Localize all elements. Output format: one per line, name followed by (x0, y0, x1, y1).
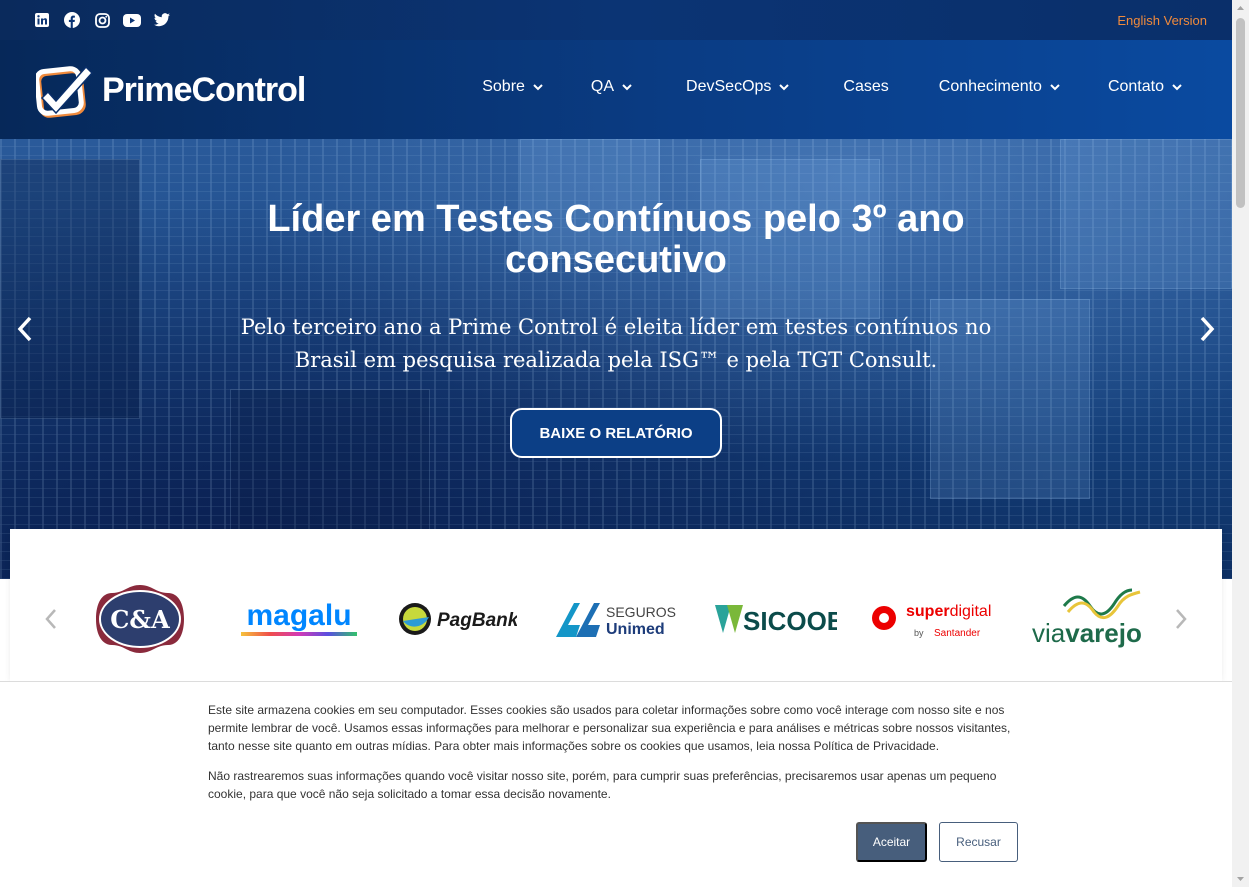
cookie-consent-banner: Este site armazena cookies em seu comput… (0, 681, 1232, 887)
twitter-icon[interactable] (153, 11, 171, 29)
chevron-down-icon (779, 84, 790, 91)
clients-carousel: C&A magalu PagBank SEGUROS Unimed SICOOB… (10, 529, 1222, 681)
hero-subtitle-line-2: Brasil em pesquisa realizada pela ISG™ e… (294, 348, 938, 372)
nav-item-qa[interactable]: QA (591, 78, 632, 96)
nav-item-label: Sobre (482, 78, 525, 95)
hero-subtitle: Pelo terceiro ano a Prime Control é elei… (200, 311, 1032, 377)
client-logo-ca: C&A (90, 584, 190, 654)
superdigital-logo-a: super (906, 603, 950, 620)
superdigital-by: by (914, 628, 924, 638)
nav-item-contato[interactable]: Contato (1108, 78, 1182, 96)
top-bar: English Version (0, 0, 1232, 40)
nav-item-label: Cases (843, 78, 889, 95)
nav-item-cases[interactable]: Cases (843, 78, 888, 96)
magalu-logo-text: magalu (246, 599, 351, 632)
nav-item-label: Contato (1107, 78, 1164, 95)
slider-prev-arrow-icon[interactable] (10, 314, 40, 344)
social-links (33, 11, 171, 29)
primecontrol-logo[interactable]: PrimeControl (36, 60, 306, 120)
unimed-logo-top: SEGUROS (606, 604, 676, 620)
client-logo-viavarejo: viavarejo (1028, 584, 1152, 654)
nav-item-conhecimento[interactable]: Conhecimento (939, 78, 1060, 96)
scroll-down-arrow-icon[interactable] (1236, 874, 1245, 883)
english-version-link[interactable]: English Version (1117, 13, 1207, 28)
accept-cookies-button[interactable]: Aceitar (856, 822, 927, 862)
client-logo-magalu: magalu (238, 584, 360, 654)
logo-text: PrimeControl (102, 70, 306, 109)
linkedin-icon[interactable] (33, 11, 51, 29)
hero-title-line-2: consecutivo (505, 239, 727, 281)
nav-item-label: DevSecOps (686, 78, 772, 95)
nav-menu: Sobre QA DevSecOps Cases Conhecimento Co… (482, 78, 1182, 96)
unimed-logo-bottom: Unimed (606, 621, 665, 638)
superdigital-santander: Santander (934, 628, 981, 639)
refuse-cookies-button[interactable]: Recusar (939, 822, 1018, 862)
facebook-icon[interactable] (63, 11, 81, 29)
chevron-down-icon (1050, 84, 1060, 91)
slider-next-arrow-icon[interactable] (1192, 314, 1222, 344)
cookie-text-paragraph-1: Este site armazena cookies em seu comput… (208, 703, 1011, 753)
chevron-down-icon (533, 84, 543, 91)
page-scrollbar[interactable] (1232, 0, 1249, 887)
hero-title-line-1: Líder em Testes Contínuos pelo 3º ano (267, 198, 965, 240)
cookie-text-paragraph-2: Não rastrearemos suas informações quando… (208, 769, 997, 801)
nav-item-devsecops[interactable]: DevSecOps (686, 78, 790, 96)
pagbank-logo-text: PagBank (437, 610, 517, 631)
checkbox-logo-icon (36, 65, 94, 118)
superdigital-logo-b: digital (950, 603, 992, 620)
client-logo-seguros-unimed: SEGUROS Unimed (554, 584, 678, 654)
viavarejo-logo-a: via (1032, 618, 1066, 648)
clients-next-arrow-icon[interactable] (1172, 607, 1188, 631)
hero-slider: Líder em Testes Contínuos pelo 3º ano co… (0, 139, 1232, 579)
instagram-icon[interactable] (93, 11, 111, 29)
client-logo-superdigital: superdigital by Santander (870, 584, 994, 654)
client-logo-pagbank: PagBank (396, 584, 518, 654)
chevron-down-icon (1172, 84, 1182, 91)
youtube-icon[interactable] (123, 11, 141, 29)
hero-subtitle-line-1: Pelo terceiro ano a Prime Control é elei… (240, 315, 992, 339)
hero-title: Líder em Testes Contínuos pelo 3º ano co… (0, 199, 1232, 281)
svg-text:viavarejo: viavarejo (1032, 618, 1142, 648)
nav-item-sobre[interactable]: Sobre (482, 78, 543, 96)
scrollbar-thumb[interactable] (1236, 18, 1245, 208)
scroll-up-arrow-icon[interactable] (1236, 4, 1245, 13)
ca-logo-text: C&A (110, 605, 170, 634)
main-navigation: PrimeControl Sobre QA DevSecOps Cases Co… (0, 40, 1232, 139)
clients-prev-arrow-icon[interactable] (44, 607, 60, 631)
svg-text:superdigital: superdigital (906, 603, 991, 620)
sicoob-logo-text: SICOOB (743, 606, 837, 636)
download-report-button[interactable]: BAIXE O RELATÓRIO (510, 408, 722, 458)
hero-bg-cube (0, 159, 140, 419)
chevron-down-icon (622, 84, 632, 91)
client-logo-sicoob: SICOOB (712, 584, 838, 654)
nav-item-label: QA (590, 78, 615, 95)
nav-item-label: Conhecimento (938, 78, 1042, 95)
viavarejo-logo-b: varejo (1065, 618, 1142, 648)
